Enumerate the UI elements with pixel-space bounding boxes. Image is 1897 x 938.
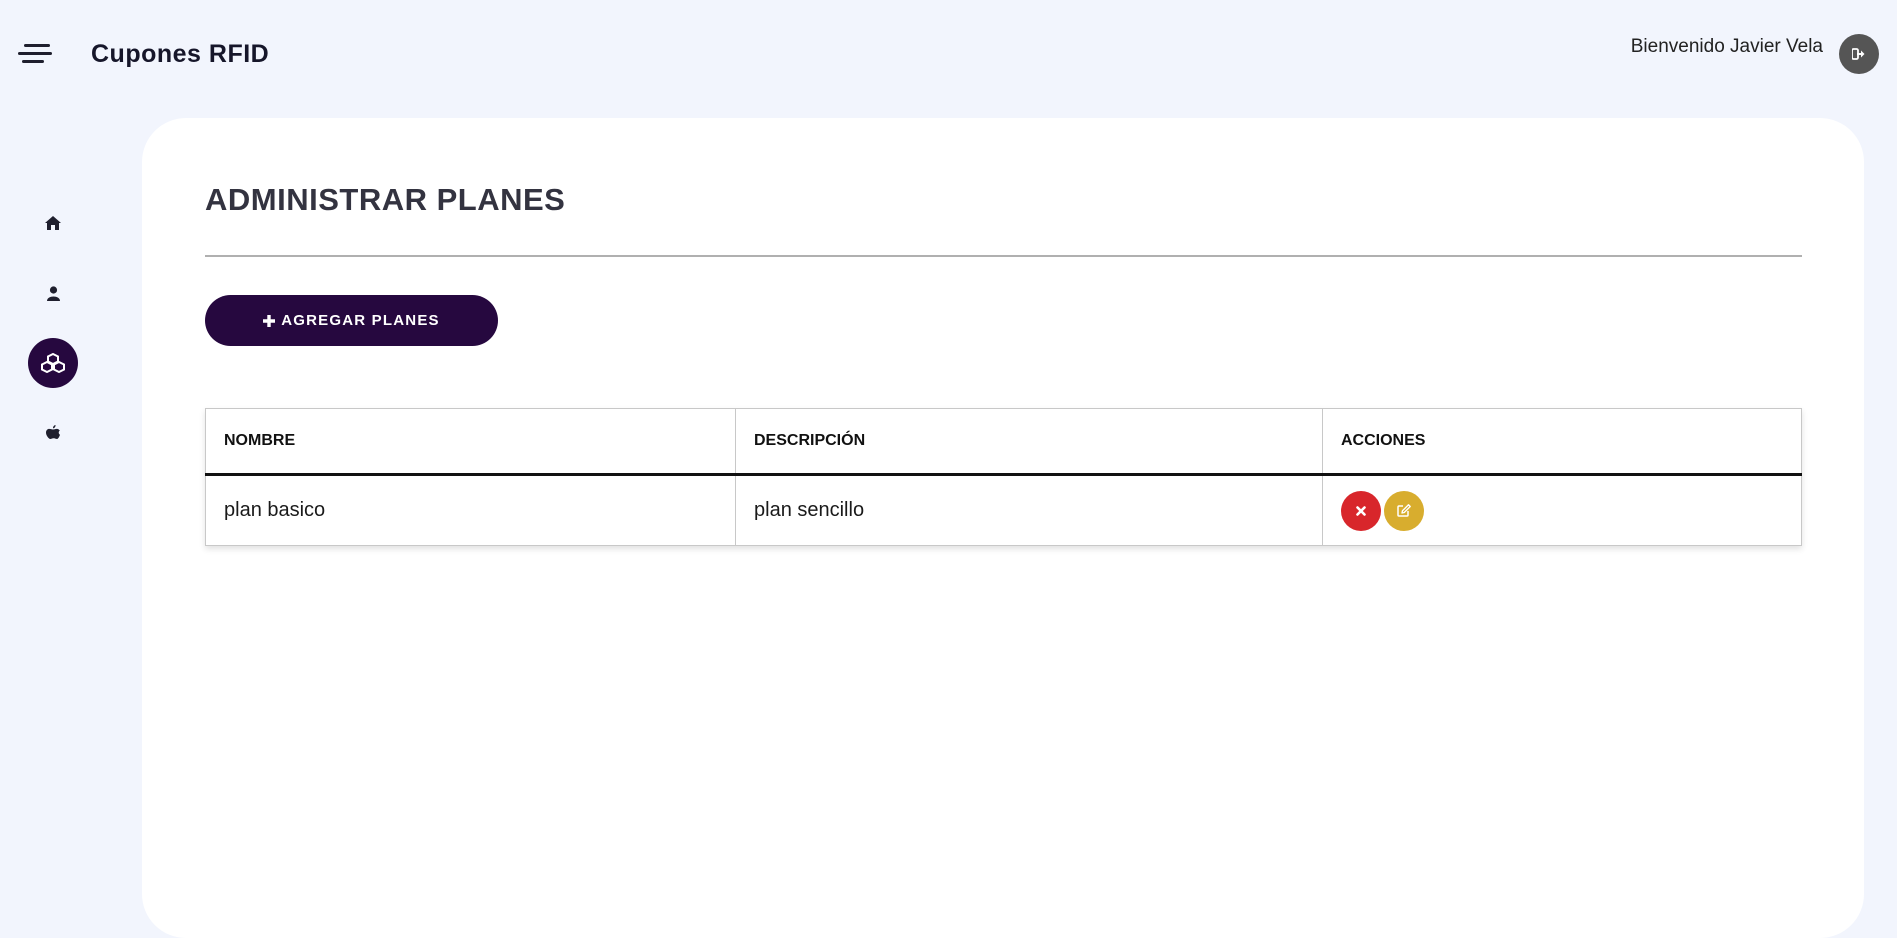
header-descripcion: DESCRIPCIÓN [735, 408, 1323, 476]
header-nombre: NOMBRE [205, 408, 736, 476]
sidebar-item-apps[interactable] [28, 408, 78, 458]
plus-icon [263, 314, 276, 327]
sidebar-item-home[interactable] [28, 198, 78, 248]
sidebar-item-users[interactable] [28, 268, 78, 318]
add-plan-button[interactable]: AGREGAR PLANES [205, 295, 498, 346]
header-acciones: ACCIONES [1322, 408, 1802, 476]
main-card: ADMINISTRAR PLANES AGREGAR PLANES NOMBRE… [142, 118, 1864, 938]
cell-descripcion: plan sencillo [735, 474, 1323, 546]
plans-table: NOMBRE DESCRIPCIÓN ACCIONES plan basico … [205, 408, 1802, 546]
add-plan-button-label: AGREGAR PLANES [281, 312, 440, 329]
home-icon [45, 216, 61, 230]
edit-button[interactable] [1384, 490, 1424, 531]
apple-icon [46, 425, 60, 439]
cubes-icon [41, 353, 65, 373]
edit-icon [1397, 504, 1411, 517]
title-divider [205, 255, 1802, 257]
sign-out-icon [1852, 48, 1865, 60]
user-icon [46, 285, 60, 301]
cell-nombre: plan basico [205, 474, 736, 546]
page-title: ADMINISTRAR PLANES [205, 182, 566, 217]
row-actions [1341, 490, 1801, 531]
menu-toggle-icon[interactable] [18, 42, 54, 66]
logout-button[interactable] [1839, 34, 1879, 74]
sidebar-item-plans[interactable] [28, 338, 78, 388]
brand-title: Cupones RFID [91, 40, 270, 68]
close-icon [1356, 505, 1366, 516]
table-row: plan basico plan sencillo [205, 474, 1802, 546]
welcome-text: Bienvenido Javier Vela [1630, 36, 1823, 57]
delete-button[interactable] [1341, 490, 1381, 531]
top-bar: Cupones RFID Bienvenido Javier Vela [0, 0, 1897, 108]
cell-acciones [1323, 475, 1802, 546]
table-header-row: NOMBRE DESCRIPCIÓN ACCIONES [205, 408, 1802, 476]
